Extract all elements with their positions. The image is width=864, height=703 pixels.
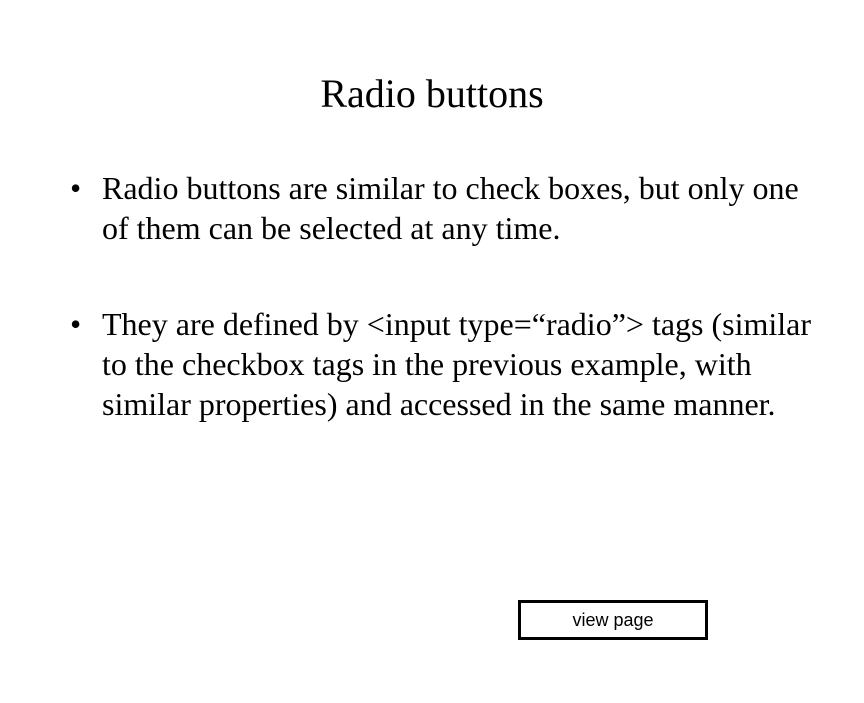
list-item: Radio buttons are similar to check boxes…	[70, 168, 824, 248]
bullet-text: Radio buttons are similar to check boxes…	[102, 170, 799, 246]
slide: Radio buttons Radio buttons are similar …	[0, 0, 864, 703]
view-page-button[interactable]: view page	[518, 600, 708, 640]
slide-title: Radio buttons	[0, 70, 864, 117]
slide-body: Radio buttons are similar to check boxes…	[70, 168, 824, 480]
bullet-text: They are defined by <input type=“radio”>…	[102, 306, 811, 422]
list-item: They are defined by <input type=“radio”>…	[70, 304, 824, 424]
bullet-list: Radio buttons are similar to check boxes…	[70, 168, 824, 424]
